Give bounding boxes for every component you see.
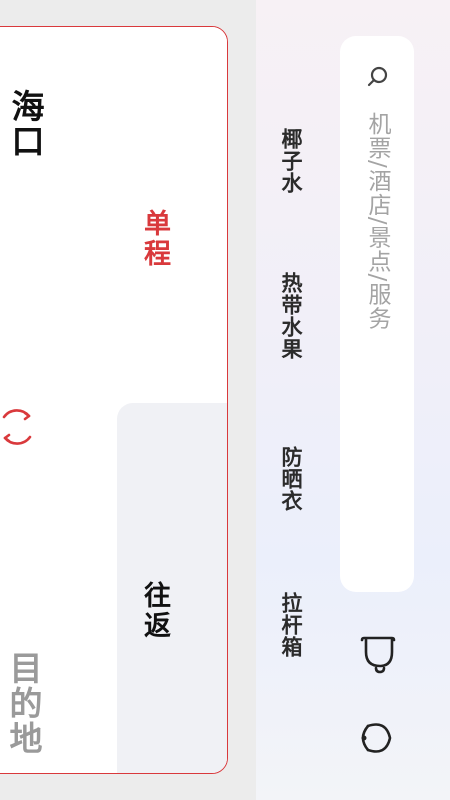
flight-search-card: 海口 目的地 单程 往返 [0, 26, 228, 774]
search-placeholder: 机票/酒店/景点/服务 [364, 112, 390, 331]
hot-search-item[interactable]: 防晒衣 [276, 446, 306, 512]
swap-icon[interactable] [0, 405, 39, 449]
hot-search-item[interactable]: 拉杆箱 [276, 592, 306, 658]
tab-oneway[interactable]: 单程 [135, 209, 174, 269]
bell-icon[interactable] [358, 632, 398, 676]
hot-search-item[interactable]: 热带水果 [276, 272, 306, 360]
destination-city[interactable]: 目的地 [0, 651, 47, 756]
headset-icon[interactable] [356, 716, 398, 760]
tab-roundtrip[interactable]: 往返 [135, 581, 174, 641]
search-icon [367, 66, 388, 87]
hot-search-item[interactable]: 椰子水 [276, 128, 306, 194]
origin-city[interactable]: 海口 [1, 89, 49, 159]
